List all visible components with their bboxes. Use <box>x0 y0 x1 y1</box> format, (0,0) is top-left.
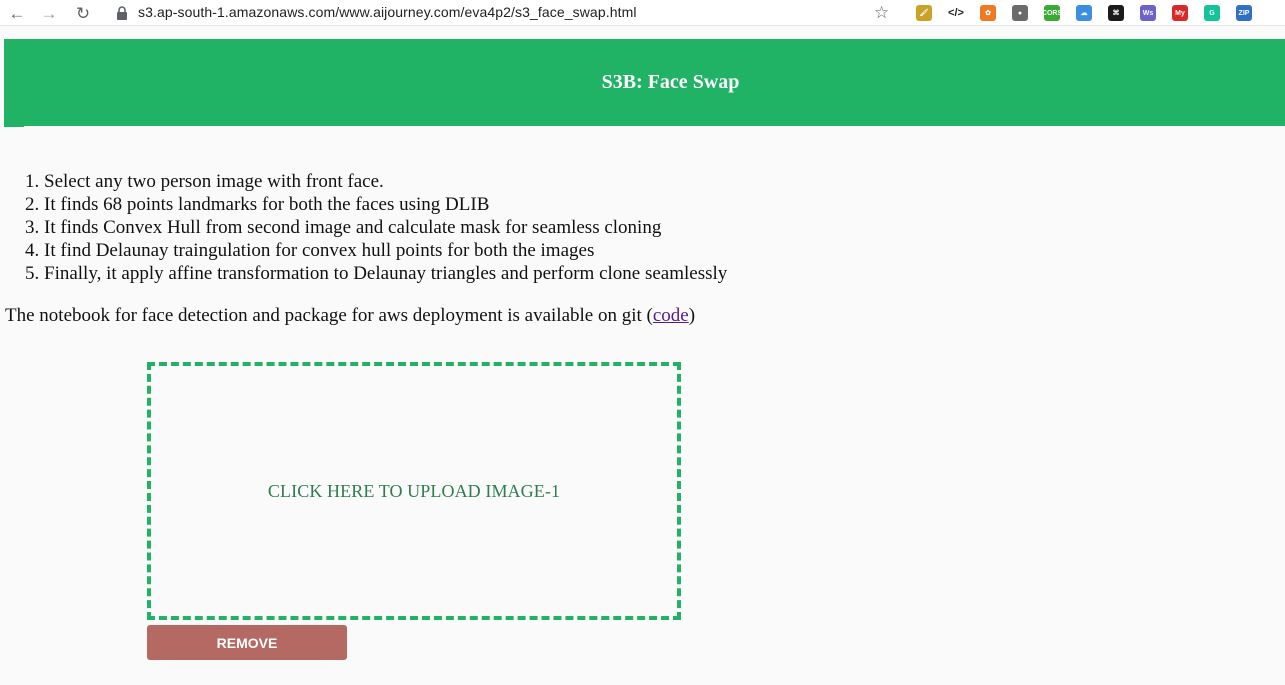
upload-label: CLICK HERE TO UPLOAD IMAGE-1 <box>267 480 561 501</box>
red-extension-icon[interactable]: My <box>1172 5 1188 21</box>
reload-icon[interactable]: ↻ <box>72 2 94 24</box>
address-bar[interactable]: s3.ap-south-1.amazonaws.com/www.aijourne… <box>138 4 637 20</box>
page-header: S3B: Face Swap <box>4 39 1285 126</box>
upload-image-1-dropzone[interactable]: CLICK HERE TO UPLOAD IMAGE-1 <box>147 362 681 620</box>
note-suffix: ) <box>688 305 696 326</box>
orange-circle-extension-icon[interactable]: ✿ <box>980 5 996 21</box>
forward-arrow-icon[interactable]: → <box>38 2 60 24</box>
browser-toolbar: ← → ↻ s3.ap-south-1.amazonaws.com/www.ai… <box>0 0 1285 26</box>
remove-button[interactable]: REMOVE <box>147 625 347 660</box>
cloud-extension-icon[interactable]: ☁ <box>1076 5 1092 21</box>
notebook-note: The notebook for face detection and pack… <box>5 305 695 327</box>
lock-icon[interactable] <box>114 5 130 21</box>
code-link[interactable]: code <box>653 305 689 326</box>
grammarly-extension-icon[interactable]: G <box>1204 5 1220 21</box>
grey-circle-extension-icon[interactable]: ● <box>1012 5 1028 21</box>
paint-brush-extension-icon[interactable]: 🖌 <box>916 5 932 21</box>
list-item: 4. It find Delaunay traingulation for con… <box>25 240 595 261</box>
black-extension-icon[interactable]: ⌘ <box>1108 5 1124 21</box>
steps-list: 1. Select any two person image with front… <box>25 170 727 285</box>
list-item: 1. Select any two person image with front… <box>25 171 384 192</box>
list-item: 2. It finds 68 points landmarks for both … <box>25 194 490 215</box>
ws-extension-icon[interactable]: Ws <box>1140 5 1156 21</box>
code-view-extension-icon[interactable]: </> <box>948 5 964 21</box>
header-divider <box>4 124 24 127</box>
bookmark-star-icon[interactable]: ☆ <box>874 3 889 23</box>
back-arrow-icon[interactable]: ← <box>6 2 28 24</box>
cors-extension-icon[interactable]: CORS <box>1042 5 1062 21</box>
note-text: The notebook for face detection and pack… <box>5 305 653 326</box>
list-item: 3. It finds Convex Hull from second image… <box>25 217 662 238</box>
zip-extension-icon[interactable]: ZIP <box>1236 5 1252 21</box>
list-item: 5. Finally, it apply affine transformatio… <box>25 263 728 284</box>
page-title: S3B: Face Swap <box>601 71 740 93</box>
